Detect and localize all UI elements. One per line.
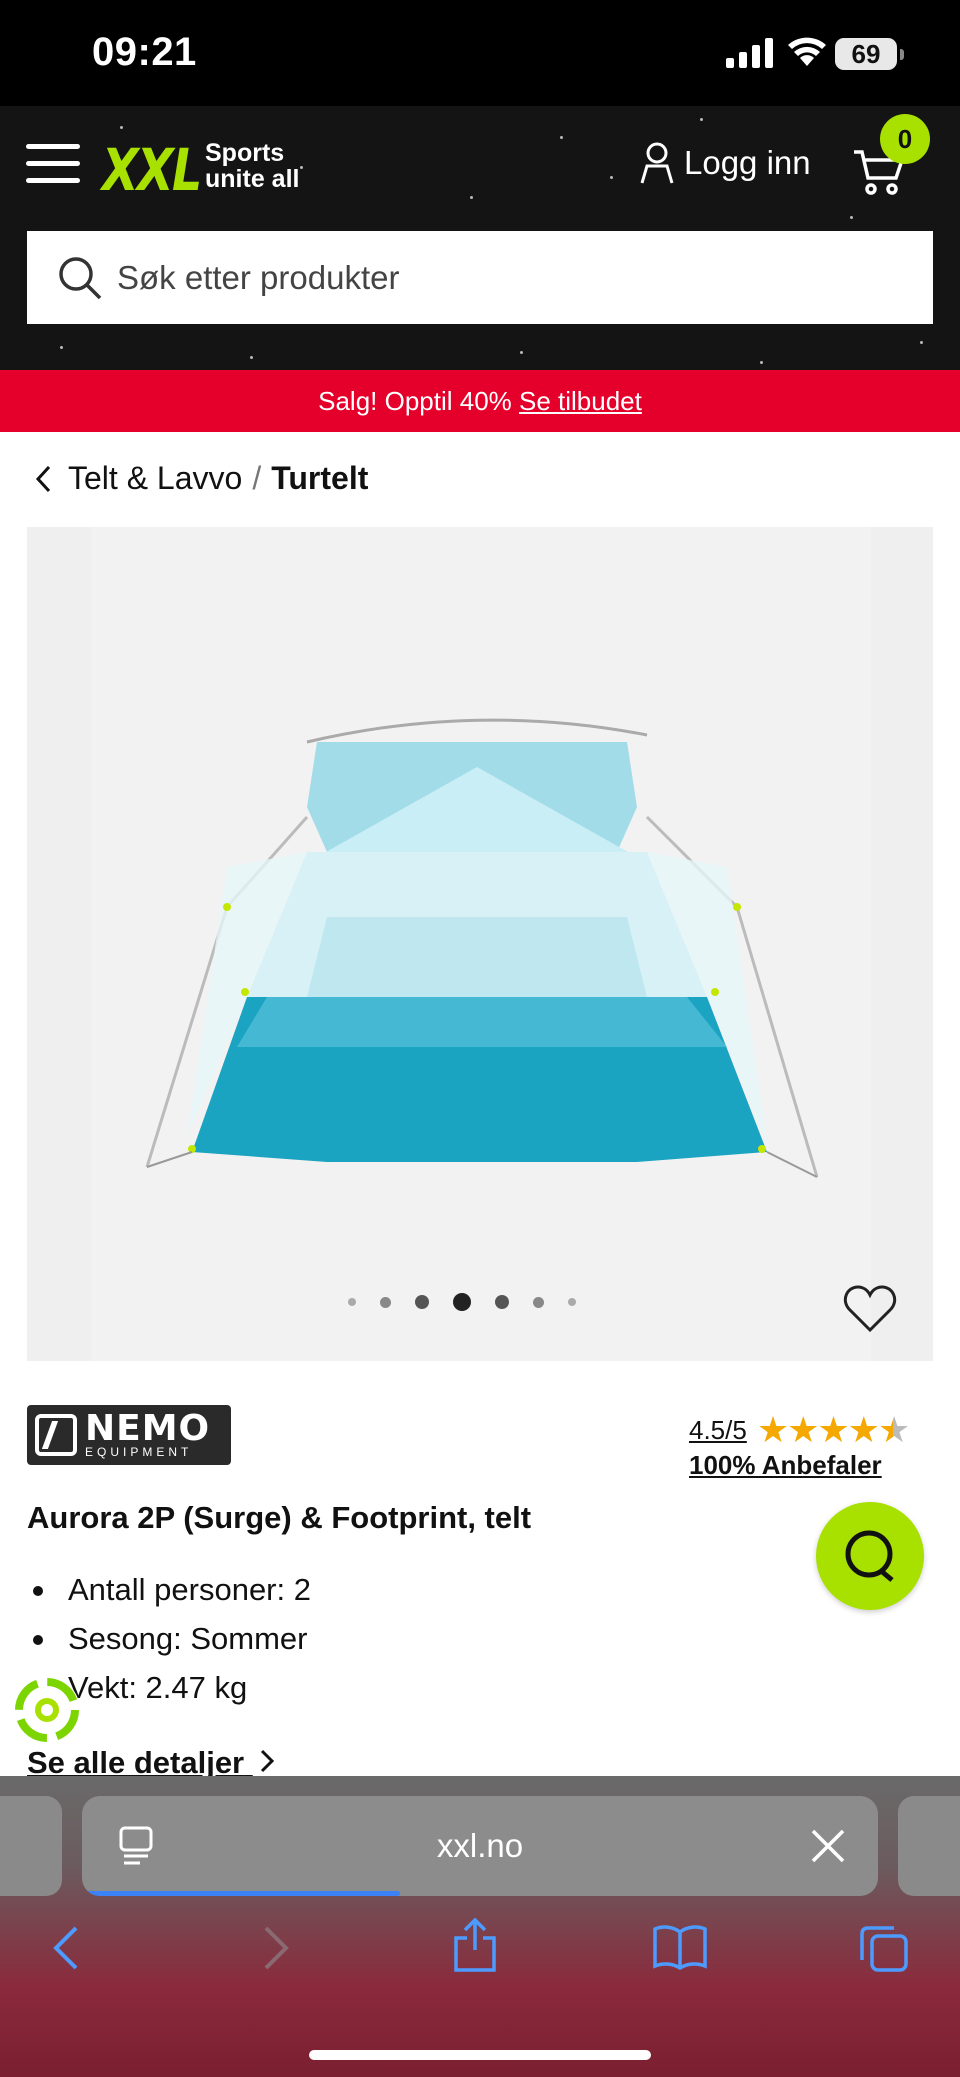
user-icon [640, 142, 674, 184]
star-icon: ★ [787, 1409, 819, 1450]
back-arrow-icon[interactable] [48, 1924, 84, 1972]
product-title: Aurora 2P (Surge) & Footprint, telt [27, 1500, 532, 1535]
login-button[interactable]: Logg inn [640, 142, 811, 184]
promo-text: Salg! Opptil 40% [318, 386, 519, 416]
star-half-icon: ★ [877, 1409, 910, 1450]
pagination-dot[interactable] [495, 1295, 509, 1309]
wifi-icon [788, 37, 826, 66]
address-bar[interactable]: xxl.no [82, 1796, 878, 1896]
recommend-link[interactable]: 100% Anbefaler [689, 1450, 882, 1481]
xxl-logo[interactable]: XXL [102, 136, 202, 204]
gallery-pagination [348, 1293, 600, 1311]
product-image-gallery[interactable] [27, 527, 933, 1361]
cellular-signal-icon [726, 38, 773, 68]
page-load-progress [82, 1891, 401, 1896]
rating-score[interactable]: 4.5/5 [689, 1415, 747, 1446]
tabs-icon[interactable] [858, 1924, 910, 1974]
brand-sub: EQUIPMENT [85, 1445, 193, 1459]
star-icon: ★ [847, 1409, 880, 1450]
brand-name: NEMO [85, 1408, 211, 1449]
favorite-heart-icon[interactable] [843, 1284, 897, 1334]
nemo-mark-icon [35, 1414, 77, 1456]
search-placeholder: Søk etter produkter [117, 258, 400, 296]
pagination-dot[interactable] [415, 1295, 429, 1309]
login-label: Logg inn [684, 144, 811, 181]
chevron-right-icon [260, 1749, 274, 1773]
status-time: 09:21 [92, 30, 197, 74]
chat-button[interactable] [816, 1502, 924, 1610]
feature-item: Sesong: Sommer [27, 1614, 311, 1663]
search-icon [59, 256, 102, 299]
pagination-dot[interactable] [348, 1298, 356, 1306]
promo-banner: Salg! Opptil 40% Se tilbudet [0, 370, 960, 432]
close-icon[interactable] [810, 1828, 846, 1864]
site-header: XXL Sports unite all Logg inn 0 Søk ette… [0, 106, 960, 370]
product-image-tent [145, 718, 819, 1178]
pagination-dot[interactable] [380, 1296, 391, 1308]
search-input[interactable]: Søk etter produkter [27, 231, 933, 324]
next-tab-preview[interactable] [898, 1796, 960, 1896]
brand-logo-nemo[interactable]: NEMO EQUIPMENT [27, 1405, 231, 1465]
breadcrumb: Telt & Lavvo / Turtelt [34, 460, 368, 497]
star-icon: ★ [756, 1409, 789, 1450]
feature-item: Antall personer: 2 [27, 1565, 311, 1614]
bookmarks-icon[interactable] [652, 1924, 708, 1970]
recycle-badge-icon[interactable] [14, 1677, 80, 1743]
home-indicator [309, 2050, 651, 2060]
chat-bubble-icon [845, 1530, 894, 1582]
breadcrumb-parent[interactable]: Telt & Lavvo [68, 460, 242, 497]
promo-link[interactable]: Se tilbudet [519, 386, 642, 416]
logo-tagline: Sports unite all [205, 140, 299, 192]
browser-toolbar: xxl.no [0, 1776, 960, 2077]
rating-stars: ★★★★★ [756, 1409, 910, 1451]
details-link-label: Se alle detaljer [27, 1745, 245, 1780]
tagline-line-1: Sports [205, 139, 285, 167]
breadcrumb-separator: / [252, 460, 262, 496]
product-rating: 4.5/5 ★★★★★ [689, 1409, 910, 1451]
url-text: xxl.no [436, 1827, 524, 1864]
tagline-line-2: unite all [205, 165, 300, 193]
chevron-left-icon[interactable] [34, 464, 54, 494]
cart-count-badge: 0 [880, 114, 930, 164]
pagination-dot-active[interactable] [453, 1293, 471, 1311]
forward-arrow-icon[interactable] [258, 1924, 294, 1972]
pagination-dot[interactable] [568, 1298, 576, 1306]
previous-tab-preview[interactable] [0, 1796, 62, 1896]
breadcrumb-current: Turtelt [271, 460, 369, 496]
status-bar: 09:21 69 [0, 0, 960, 106]
hamburger-menu-icon[interactable] [26, 144, 82, 184]
battery-indicator: 69 [835, 38, 904, 70]
star-icon: ★ [817, 1409, 849, 1450]
share-icon[interactable] [452, 1916, 498, 1972]
pagination-dot[interactable] [533, 1296, 544, 1308]
